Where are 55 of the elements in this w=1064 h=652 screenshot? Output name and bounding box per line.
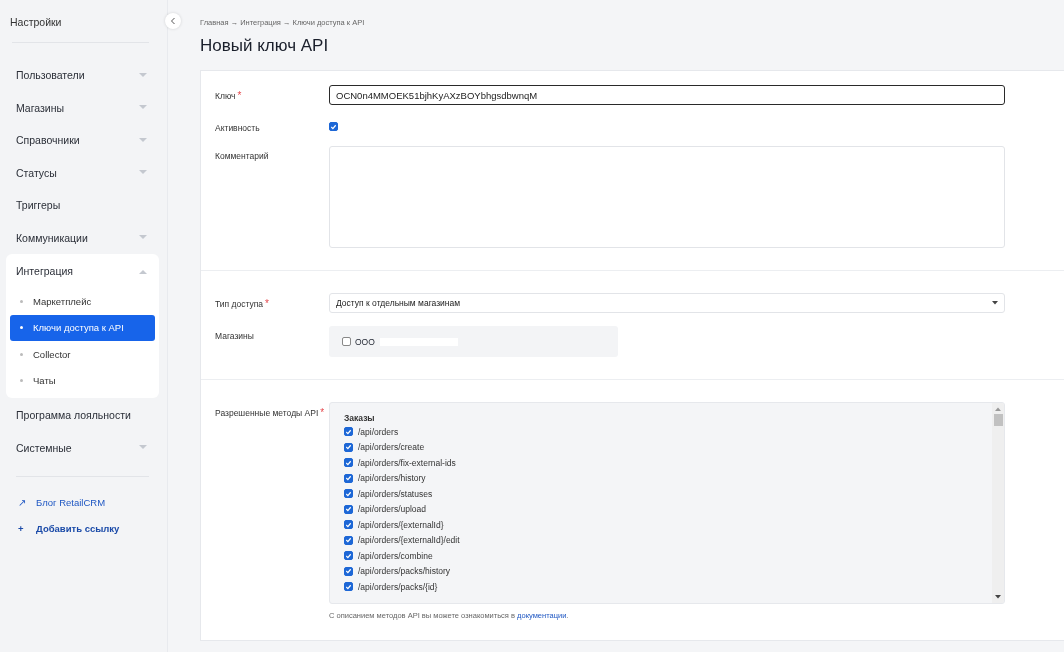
method-checkbox[interactable]: /api/orders/{externalId}: [344, 517, 992, 533]
shop-checkbox[interactable]: ООО: [342, 336, 375, 347]
scroll-down-icon[interactable]: [995, 595, 1001, 599]
chevron-down-icon: [139, 170, 147, 176]
collapse-button[interactable]: [165, 13, 181, 29]
chevron-down-icon: [139, 445, 147, 451]
scrollbar[interactable]: [992, 403, 1004, 603]
chevron-left-icon: [170, 17, 176, 25]
submenu-item[interactable]: Collector: [6, 341, 155, 368]
field-label: Тип доступа *: [214, 297, 270, 309]
sidebar-item[interactable]: Коммуникации: [0, 221, 159, 254]
method-checkbox[interactable]: /api/orders/packs/history: [344, 563, 992, 579]
sidebar-link[interactable]: + Добавить ссылку: [0, 515, 159, 541]
access-type-select[interactable]: Доступ к отдельным магазинам: [329, 293, 1005, 313]
caret-down-icon: [992, 301, 998, 305]
method-checkbox[interactable]: /api/orders/upload: [344, 501, 992, 517]
submenu-item[interactable]: Ключи доступа к API: [10, 314, 155, 341]
field-label: Разрешенные методы API *: [214, 406, 326, 418]
sidebar-item[interactable]: Триггеры: [0, 189, 159, 222]
sidebar-item[interactable]: Статусы: [0, 156, 159, 189]
scrollbar-thumb[interactable]: [993, 414, 1003, 426]
submenu-item[interactable]: Чаты: [6, 367, 155, 394]
comment-textarea[interactable]: [329, 146, 1005, 248]
sidebar-item[interactable]: Магазины: [0, 91, 159, 124]
group-heading: Заказы: [344, 413, 376, 423]
sidebar-item[interactable]: Программа лояльности: [0, 399, 159, 432]
method-checkbox[interactable]: /api/orders/history: [344, 470, 992, 486]
sidebar-link[interactable]: ↗ Блог RetailCRM: [0, 489, 159, 515]
page-title: Новый ключ API: [200, 36, 330, 56]
method-checkbox[interactable]: /api/orders/statuses: [344, 486, 992, 502]
chevron-down-icon: [139, 72, 147, 78]
sidebar-item[interactable]: Системные: [0, 431, 159, 464]
checkbox[interactable]: [329, 122, 338, 131]
method-checkbox[interactable]: /api/orders/packs/{id}: [344, 579, 992, 595]
key-input[interactable]: OCN0n4MMOEK51bjhKyAXzBOYbhgsdbwnqM: [329, 85, 1005, 105]
sidebar-title: Настройки: [9, 15, 63, 30]
method-checkbox[interactable]: /api/orders/fix-external-ids: [344, 455, 992, 471]
field-label: Ключ *: [214, 89, 243, 101]
method-checkbox[interactable]: /api/orders/create: [344, 439, 992, 455]
chevron-down-icon: [139, 105, 147, 111]
chevron-down-icon: [139, 235, 147, 241]
sidebar-item[interactable]: Справочники: [0, 124, 159, 157]
chevron-down-icon: [139, 137, 147, 143]
submenu-item[interactable]: Маркетплейс: [6, 288, 155, 315]
field-label: Активность: [214, 122, 261, 133]
field-label: Магазины: [214, 330, 255, 341]
chevron-up-icon: [139, 268, 147, 274]
method-checkbox[interactable]: /api/orders: [344, 424, 992, 440]
field-label: Комментарий: [214, 150, 270, 161]
method-checkbox[interactable]: /api/orders/combine: [344, 548, 992, 564]
checkmark-icon: [330, 122, 337, 131]
method-checkbox[interactable]: /api/orders/{externalId}/edit: [344, 532, 992, 548]
sidebar-item[interactable]: Интеграция: [6, 254, 159, 288]
sidebar-item[interactable]: Пользователи: [0, 59, 159, 92]
scroll-up-icon[interactable]: [995, 407, 1001, 411]
